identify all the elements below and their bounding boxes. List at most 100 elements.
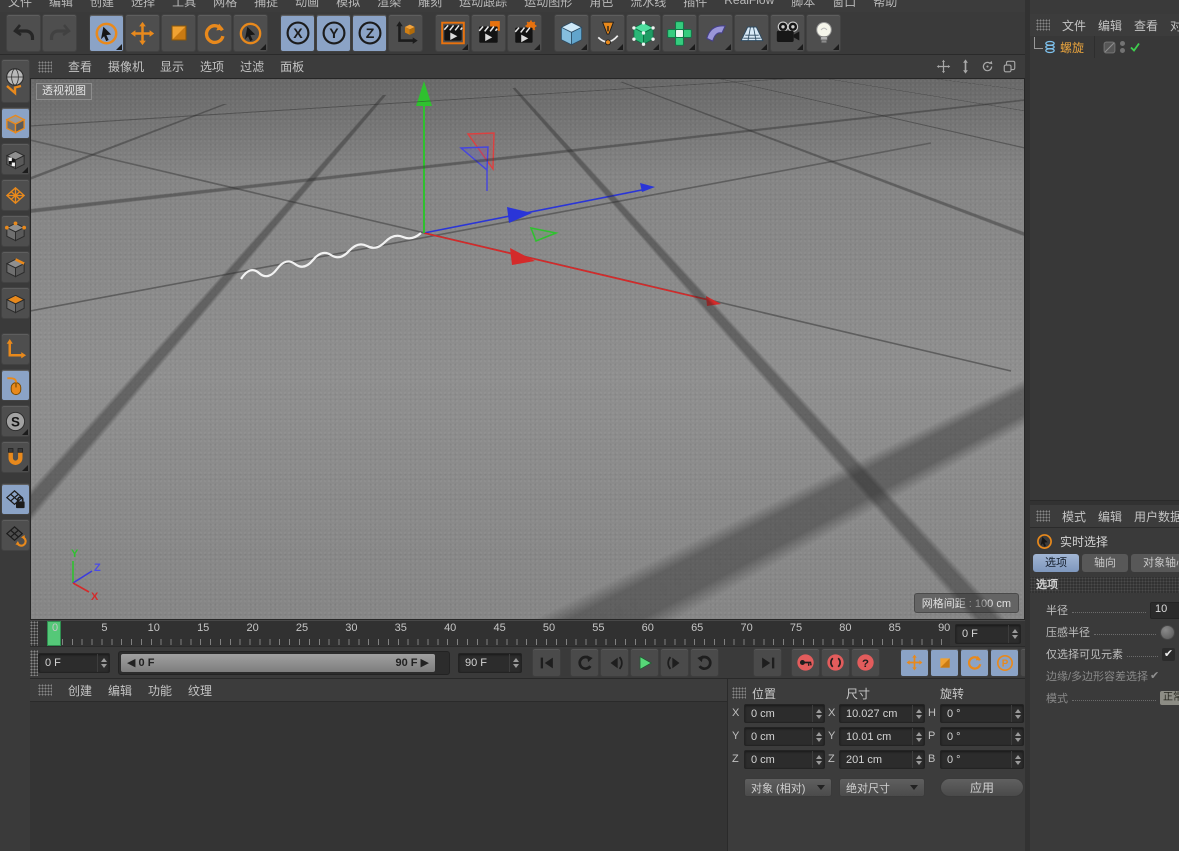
workplane-button[interactable] [1, 519, 30, 551]
x-axis-lock-button[interactable]: X [280, 14, 315, 52]
viewport-maximize-icon[interactable] [1001, 59, 1017, 75]
undo-button[interactable] [6, 14, 41, 52]
mode-dropdown[interactable]: 正常 [1160, 691, 1179, 705]
axis-mode-button[interactable] [1, 333, 30, 365]
menu-item[interactable]: 角色 [589, 0, 613, 10]
key-rotation-toggle[interactable] [960, 648, 989, 677]
previous-key-button[interactable] [570, 648, 599, 677]
viewport-pan-icon[interactable] [935, 59, 951, 75]
menu-item[interactable]: 编辑 [49, 0, 73, 10]
menu-item[interactable]: 创建 [90, 0, 114, 10]
object-row-helix[interactable]: 螺旋 [1030, 36, 1179, 58]
object-manager-menu-item[interactable]: 编辑 [1098, 17, 1122, 34]
key-scale-toggle[interactable] [930, 648, 959, 677]
record-keyframe-button[interactable] [791, 648, 820, 677]
coordinate-mode-dropdown[interactable]: 对象 (相对) [744, 778, 832, 797]
move-tool-button[interactable] [125, 14, 160, 52]
rot-p-input[interactable]: 0 ° [940, 727, 1024, 746]
transport-handle[interactable] [30, 650, 38, 676]
add-cube-button[interactable] [554, 14, 589, 52]
viewport-menu-item[interactable]: 查看 [68, 58, 92, 75]
add-subdivision-surface-button[interactable] [626, 14, 661, 52]
menu-item[interactable]: 帮助 [873, 0, 897, 10]
next-key-button[interactable] [690, 648, 719, 677]
pos-y-input[interactable]: 0 cm [744, 727, 825, 746]
visible-only-checkbox[interactable]: ✔ [1162, 648, 1175, 661]
key-parameter-toggle[interactable]: P [990, 648, 1019, 677]
enable-snap-button[interactable] [1, 441, 30, 473]
menu-item[interactable]: 流水线 [630, 0, 666, 10]
menu-item[interactable]: 脚本 [791, 0, 815, 10]
object-manager-list[interactable]: 螺旋 [1030, 36, 1179, 500]
menu-item[interactable]: 选择 [131, 0, 155, 10]
viewport-rotate-icon[interactable] [979, 59, 995, 75]
radius-input[interactable]: 10 [1150, 602, 1179, 619]
enabled-check-icon[interactable] [1129, 41, 1141, 53]
material-menu-handle[interactable] [38, 684, 52, 696]
snap-settings-button[interactable]: S [1, 405, 30, 437]
tab-options[interactable]: 选项 [1033, 554, 1079, 572]
options-section-header[interactable]: 选项 [1030, 577, 1179, 593]
range-start-stepper[interactable] [97, 654, 109, 672]
object-manager-menu-item[interactable]: 查看 [1134, 17, 1158, 34]
rotate-tool-button[interactable] [197, 14, 232, 52]
tab-object-axis[interactable]: 对象轴心 [1131, 554, 1179, 572]
viewport-canvas[interactable]: Y Z X 透视视图 网格间距 : 100 cm [30, 78, 1025, 620]
attribute-menu-handle[interactable] [1036, 510, 1050, 522]
menu-item[interactable]: 渲染 [377, 0, 401, 10]
size-mode-dropdown[interactable]: 绝对尺寸 [839, 778, 925, 797]
add-camera-button[interactable] [770, 14, 805, 52]
viewport-menu-item[interactable]: 面板 [280, 58, 304, 75]
next-frame-button[interactable] [660, 648, 689, 677]
play-button[interactable] [630, 648, 659, 677]
add-environment-button[interactable] [734, 14, 769, 52]
viewport-menu-item[interactable]: 过滤 [240, 58, 264, 75]
editor-visibility-dot[interactable] [1120, 41, 1125, 46]
key-position-toggle[interactable] [900, 648, 929, 677]
range-end-stepper[interactable] [509, 654, 521, 672]
coordinate-system-button[interactable] [388, 14, 423, 52]
size-y-input[interactable]: 10.01 cm [839, 727, 925, 746]
menu-item[interactable]: 动画 [295, 0, 319, 10]
add-light-button[interactable] [806, 14, 841, 52]
viewport-menu-handle[interactable] [38, 61, 52, 73]
render-picture-viewer-button[interactable] [471, 14, 506, 52]
goto-end-button[interactable] [753, 648, 782, 677]
viewport-menu-item[interactable]: 摄像机 [108, 58, 144, 75]
z-axis-lock-button[interactable]: Z [352, 14, 387, 52]
range-start-spinner[interactable]: 0 F [38, 653, 110, 673]
current-frame-stepper[interactable] [1008, 625, 1020, 643]
size-x-input[interactable]: 10.027 cm [839, 704, 925, 723]
pos-x-input[interactable]: 0 cm [744, 704, 825, 723]
redo-button[interactable] [42, 14, 77, 52]
apply-button[interactable]: 应用 [940, 778, 1024, 797]
texture-mode-button[interactable] [1, 143, 30, 175]
y-axis-lock-button[interactable]: Y [316, 14, 351, 52]
tolerant-selection-checkbox[interactable]: ✔ [1148, 670, 1161, 683]
frame-range-slider[interactable]: ◀ 0 F 90 F ▶ [118, 651, 450, 675]
object-manager-handle[interactable] [1036, 19, 1050, 31]
material-menu-item[interactable]: 功能 [148, 682, 172, 699]
points-mode-button[interactable] [1, 215, 30, 247]
timeline-handle[interactable] [30, 621, 38, 646]
menu-item[interactable]: 运动跟踪 [459, 0, 507, 10]
material-menu-item[interactable]: 创建 [68, 682, 92, 699]
add-spline-button[interactable] [590, 14, 625, 52]
material-menu-item[interactable]: 纹理 [188, 682, 212, 699]
menu-item[interactable]: 插件 [683, 0, 707, 10]
viewport-menu-item[interactable]: 显示 [160, 58, 184, 75]
lock-workplane-button[interactable] [1, 483, 30, 515]
material-menu-item[interactable]: 编辑 [108, 682, 132, 699]
previous-frame-button[interactable] [600, 648, 629, 677]
add-modeling-object-button[interactable] [662, 14, 697, 52]
goto-start-button[interactable] [532, 648, 561, 677]
model-mode-button[interactable] [1, 107, 30, 139]
live-selection-button[interactable] [89, 14, 124, 52]
rot-b-input[interactable]: 0 ° [940, 750, 1024, 769]
pos-z-input[interactable]: 0 cm [744, 750, 825, 769]
render-view-button[interactable] [435, 14, 470, 52]
render-settings-button[interactable] [507, 14, 542, 52]
material-list-empty[interactable] [30, 702, 727, 851]
menu-item[interactable]: 运动图形 [524, 0, 572, 10]
workplane-mode-button[interactable] [1, 179, 30, 211]
